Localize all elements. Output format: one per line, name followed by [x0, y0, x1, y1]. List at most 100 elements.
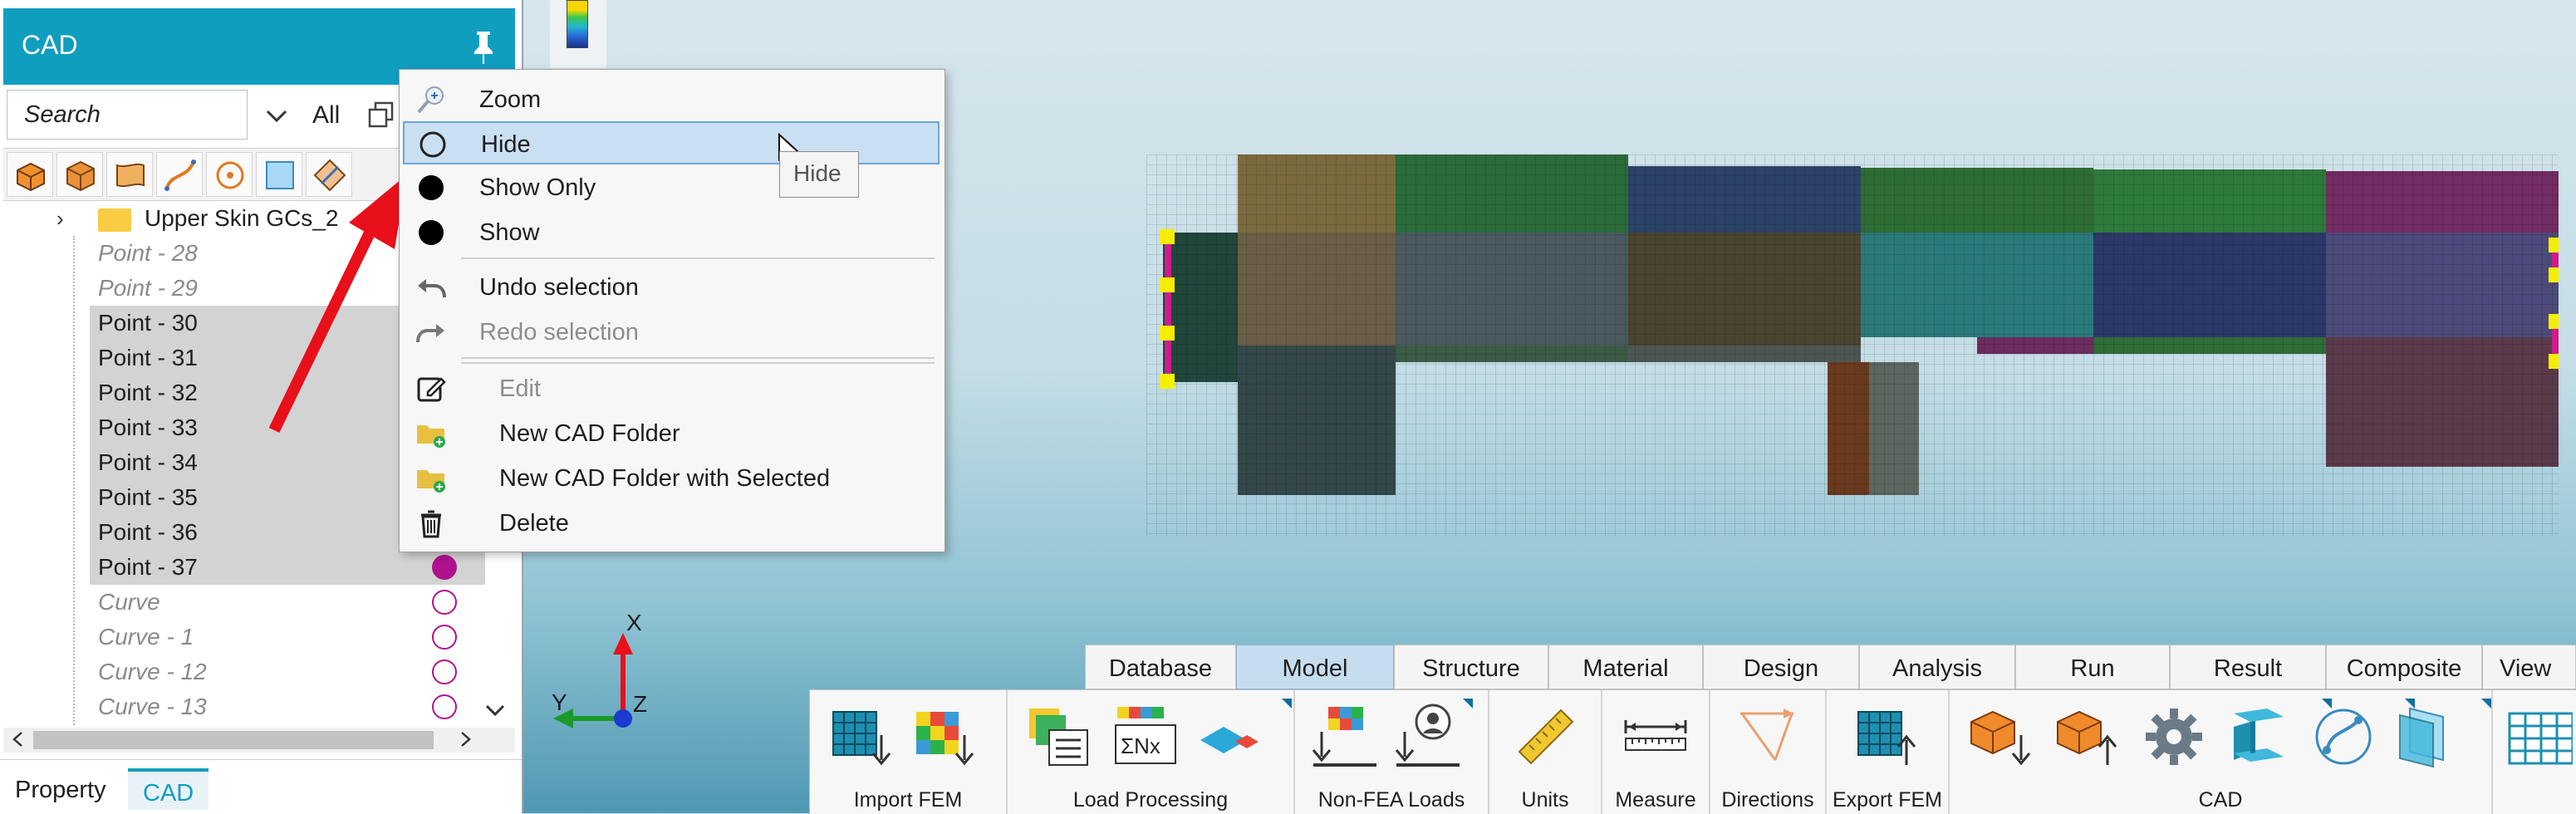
- volume-filter-button[interactable]: [56, 152, 103, 197]
- menu-item-label: New CAD Folder with Selected: [499, 465, 831, 492]
- tree-item-label: Point - 37: [98, 554, 198, 580]
- cad-surface-button[interactable]: [2393, 702, 2463, 772]
- menu-item-edit[interactable]: Edit: [403, 367, 940, 410]
- chevron-down-icon[interactable]: [264, 103, 289, 128]
- menu-item-show-only[interactable]: Show Only: [403, 166, 940, 209]
- menu-item-hide[interactable]: Hide: [403, 121, 940, 164]
- cad-beam-button[interactable]: [2224, 702, 2294, 772]
- tab-analysis[interactable]: Analysis: [1859, 645, 2015, 689]
- non-fea-user-button[interactable]: [1393, 702, 1463, 772]
- load-mapping-button[interactable]: [1197, 702, 1267, 772]
- circle-filled-icon: [419, 175, 444, 200]
- tab-result[interactable]: Result: [2170, 645, 2326, 689]
- tree-item[interactable]: Curve - 1: [3, 620, 485, 655]
- cad-curve-button[interactable]: [2309, 702, 2378, 772]
- scroll-left-icon[interactable]: [8, 729, 28, 749]
- tree-item[interactable]: Curve - 13: [3, 689, 485, 724]
- load-list-icon: [1029, 709, 1088, 766]
- menu-item-label: Show: [479, 219, 540, 246]
- group-load-processing: ΣNx Load Processing: [1008, 690, 1295, 814]
- point-filter-button[interactable]: [206, 152, 253, 197]
- zoom-icon: [417, 86, 444, 114]
- tab-view[interactable]: View: [2482, 645, 2576, 689]
- folder-add-icon: [417, 425, 445, 448]
- expand-icon[interactable]: ›: [56, 206, 64, 232]
- tree-item[interactable]: Curve: [3, 585, 485, 620]
- tab-model[interactable]: Model: [1236, 645, 1394, 689]
- menu-item-delete[interactable]: Delete: [403, 502, 940, 545]
- visibility-toggle-icon[interactable]: [432, 590, 457, 615]
- tab-composite[interactable]: Composite: [2326, 645, 2482, 689]
- tree-item-label: Point - 33: [98, 414, 198, 440]
- tab-structure[interactable]: Structure: [1394, 645, 1548, 689]
- tree-item[interactable]: Curve - 12: [3, 655, 485, 689]
- colored-grid-icon: [1312, 707, 1376, 767]
- visibility-toggle-icon[interactable]: [432, 625, 457, 650]
- non-fea-grid-button[interactable]: [1310, 702, 1380, 772]
- solid-icon: [17, 162, 45, 192]
- cad-export-button[interactable]: [2053, 702, 2122, 772]
- sum-forces-button[interactable]: ΣNx: [1111, 702, 1180, 772]
- group-measure: Measure: [1602, 690, 1710, 814]
- menu-item-new-cad-folder-with-selected[interactable]: New CAD Folder with Selected: [403, 457, 940, 500]
- menu-item-label: Show Only: [479, 174, 596, 201]
- tab-database[interactable]: Database: [1085, 645, 1236, 689]
- dropdown-corner: [2405, 699, 2415, 709]
- tree-item-selected[interactable]: Point - 37: [90, 550, 485, 585]
- svg-text:ΣNx: ΣNx: [1121, 733, 1160, 758]
- tab-design[interactable]: Design: [1703, 645, 1859, 689]
- group-label: Import FEM: [853, 788, 963, 812]
- export-fem-button[interactable]: [1852, 702, 1921, 772]
- visibility-toggle-icon[interactable]: [432, 660, 457, 684]
- tab-material[interactable]: Material: [1548, 645, 1703, 689]
- point-icon: [216, 161, 244, 189]
- tree-item-label: Curve - 12: [98, 659, 207, 684]
- annotation-arrow: [268, 174, 407, 434]
- solid-filter-button[interactable]: [7, 152, 53, 197]
- menu-item-new-cad-folder[interactable]: New CAD Folder: [403, 412, 940, 455]
- scroll-right-icon[interactable]: [455, 729, 475, 749]
- group-label: CAD: [2198, 788, 2243, 812]
- cad-import-button[interactable]: [1966, 702, 2036, 772]
- load-table-button[interactable]: [1024, 702, 1094, 772]
- menu-item-undo-selection[interactable]: Undo selection: [403, 266, 940, 309]
- pin-icon[interactable]: [469, 28, 498, 65]
- fem-mesh-model[interactable]: [1146, 154, 2559, 537]
- import-fem-grid-button[interactable]: [827, 702, 896, 772]
- box-icon: [66, 160, 95, 192]
- import-grid-icon: [832, 711, 891, 766]
- tree-item-label: Curve: [98, 589, 160, 615]
- scroll-down-icon[interactable]: [480, 696, 510, 726]
- axis-triad: X Y Z: [532, 598, 665, 748]
- tree-item-label: Point - 36: [98, 519, 198, 545]
- tab-run[interactable]: Run: [2015, 645, 2170, 689]
- menu-item-redo-selection[interactable]: Redo selection: [403, 311, 940, 354]
- group-export-fem: Export FEM: [1827, 690, 1950, 814]
- table-grid-button[interactable]: [2503, 702, 2574, 772]
- import-fem-results-button[interactable]: [910, 702, 979, 772]
- search-input[interactable]: [7, 90, 248, 140]
- scrollbar-thumb[interactable]: [33, 731, 434, 749]
- grid-icon: [2508, 712, 2574, 765]
- axis-label-z: Z: [633, 691, 648, 717]
- tab-cad[interactable]: CAD: [128, 768, 209, 810]
- units-button[interactable]: [1511, 702, 1581, 772]
- horizontal-scrollbar[interactable]: [3, 728, 515, 753]
- tree-item-label: Point - 32: [98, 380, 198, 405]
- curve-icon: [164, 159, 196, 191]
- curve-filter-button[interactable]: [156, 152, 203, 197]
- visibility-toggle-icon[interactable]: [432, 555, 457, 580]
- surface-filter-button[interactable]: [106, 152, 153, 197]
- tab-property[interactable]: Property: [0, 768, 121, 810]
- filter-dropdown-value[interactable]: All: [312, 101, 340, 130]
- cad-settings-button[interactable]: [2139, 702, 2209, 772]
- menu-item-show[interactable]: Show: [403, 211, 940, 254]
- directions-button[interactable]: [1734, 702, 1803, 772]
- visibility-toggle-icon[interactable]: [432, 694, 457, 719]
- measure-button[interactable]: [1621, 702, 1690, 772]
- curve-icon: [2315, 709, 2372, 765]
- copy-icon[interactable]: [367, 101, 395, 130]
- surface-icon: [2399, 707, 2444, 768]
- menu-item-label: Hide: [481, 131, 531, 158]
- menu-item-zoom[interactable]: Zoom: [403, 78, 940, 121]
